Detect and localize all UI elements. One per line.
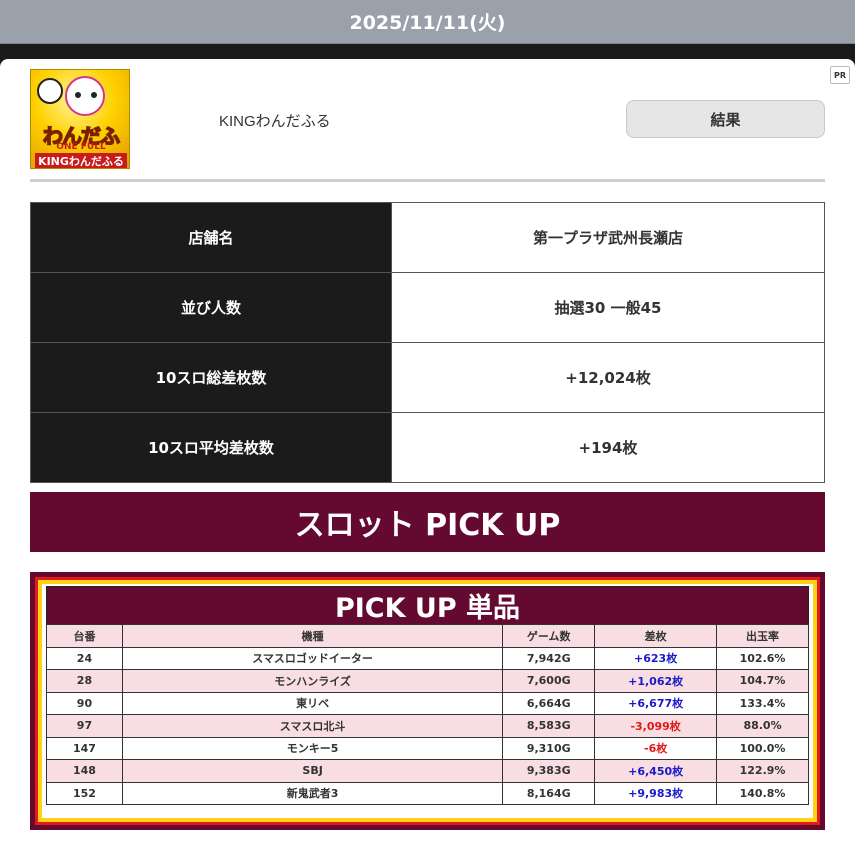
cell-no: 24 [46, 646, 123, 670]
cell-no: 148 [46, 759, 123, 783]
table-row: 147 モンキー5 9,310G -6枚 100.0% [46, 736, 809, 760]
table-row: 28 モンハンライズ 7,600G +1,062枚 104.7% [46, 669, 809, 693]
cell-model: スマスロ北斗 [121, 714, 504, 738]
header-rate: 出玉率 [716, 624, 809, 648]
table-row: 90 東リベ 6,664G +6,677枚 133.4% [46, 691, 809, 715]
character-face-icon [65, 76, 105, 116]
cell-no: 90 [46, 691, 123, 715]
info-label: 店舗名 [30, 202, 392, 273]
cell-rate: 104.7% [716, 669, 809, 693]
info-value: 抽選30 一般45 [391, 272, 825, 343]
cell-games: 8,583G [502, 714, 596, 738]
cell-no: 152 [46, 781, 123, 805]
pickup-single-title: PICK UP 単品 [46, 586, 809, 624]
table-row: 152 新鬼武者3 8,164G +9,983枚 140.8% [46, 781, 809, 805]
cell-rate: 133.4% [716, 691, 809, 715]
divider [30, 179, 825, 182]
info-row-total-diff: 10スロ総差枚数 +12,024枚 [30, 342, 825, 413]
info-value: 第一プラザ武州長瀬店 [391, 202, 825, 273]
info-row-queue: 並び人数 抽選30 一般45 [30, 272, 825, 343]
cell-model: SBJ [121, 759, 504, 783]
cell-model: 新鬼武者3 [121, 781, 504, 805]
machine-name: KINGわんだふる [219, 113, 331, 130]
cell-model: モンハンライズ [121, 669, 504, 693]
info-value: +12,024枚 [391, 342, 825, 413]
cell-diff: -3,099枚 [594, 714, 718, 738]
cell-games: 6,664G [502, 691, 596, 715]
pickup-single-table: 台番 機種 ゲーム数 差枚 出玉率 24 スマスロゴッドイーター 7,942G … [46, 624, 809, 805]
cell-rate: 100.0% [716, 736, 809, 760]
header-model: 機種 [121, 624, 504, 648]
info-label: 10スロ平均差枚数 [30, 412, 392, 483]
cell-model: 東リベ [121, 691, 504, 715]
cell-rate: 140.8% [716, 781, 809, 805]
cell-rate: 88.0% [716, 714, 809, 738]
info-row-store: 店舗名 第一プラザ武州長瀬店 [30, 202, 825, 273]
cell-diff: +9,983枚 [594, 781, 718, 805]
cell-games: 7,600G [502, 669, 596, 693]
table-row: 97 スマスロ北斗 8,583G -3,099枚 88.0% [46, 714, 809, 738]
header-diff: 差枚 [594, 624, 718, 648]
cell-diff: +623枚 [594, 646, 718, 670]
slot-pickup-banner: スロット PICK UP [30, 492, 825, 552]
cell-model: モンキー5 [121, 736, 504, 760]
logo-subtitle: ONE FULL [56, 142, 106, 152]
info-value: +194枚 [391, 412, 825, 483]
info-row-avg-diff: 10スロ平均差枚数 +194枚 [30, 412, 825, 483]
cell-diff: -6枚 [594, 736, 718, 760]
cell-games: 9,383G [502, 759, 596, 783]
dog-character-icon [37, 78, 63, 104]
header-machine-no: 台番 [46, 624, 123, 648]
info-label: 10スロ総差枚数 [30, 342, 392, 413]
cell-rate: 122.9% [716, 759, 809, 783]
cell-no: 28 [46, 669, 123, 693]
cell-diff: +6,450枚 [594, 759, 718, 783]
cell-diff: +6,677枚 [594, 691, 718, 715]
cell-no: 147 [46, 736, 123, 760]
header-games: ゲーム数 [502, 624, 596, 648]
table-row: 148 SBJ 9,383G +6,450枚 122.9% [46, 759, 809, 783]
cell-games: 8,164G [502, 781, 596, 805]
store-info-table: 店舗名 第一プラザ武州長瀬店 並び人数 抽選30 一般45 10スロ総差枚数 +… [30, 202, 825, 483]
pr-badge: PR [830, 66, 850, 84]
pickup-single-frame: PICK UP 単品 台番 機種 ゲーム数 差枚 出玉率 24 スマスロゴッドイ… [30, 572, 825, 830]
result-button[interactable]: 結果 [626, 100, 825, 138]
date-header: 2025/11/11(火) [0, 0, 855, 44]
cell-model: スマスロゴッドイーター [121, 646, 504, 670]
cell-games: 7,942G [502, 646, 596, 670]
cell-no: 97 [46, 714, 123, 738]
machine-logo: わんだふる ONE FULL KINGわんだふる [30, 69, 130, 169]
logo-banner: KINGわんだふる [35, 153, 127, 168]
table-header-row: 台番 機種 ゲーム数 差枚 出玉率 [46, 624, 809, 648]
info-label: 並び人数 [30, 272, 392, 343]
cell-games: 9,310G [502, 736, 596, 760]
cell-diff: +1,062枚 [594, 669, 718, 693]
table-row: 24 スマスロゴッドイーター 7,942G +623枚 102.6% [46, 646, 809, 670]
cell-rate: 102.6% [716, 646, 809, 670]
